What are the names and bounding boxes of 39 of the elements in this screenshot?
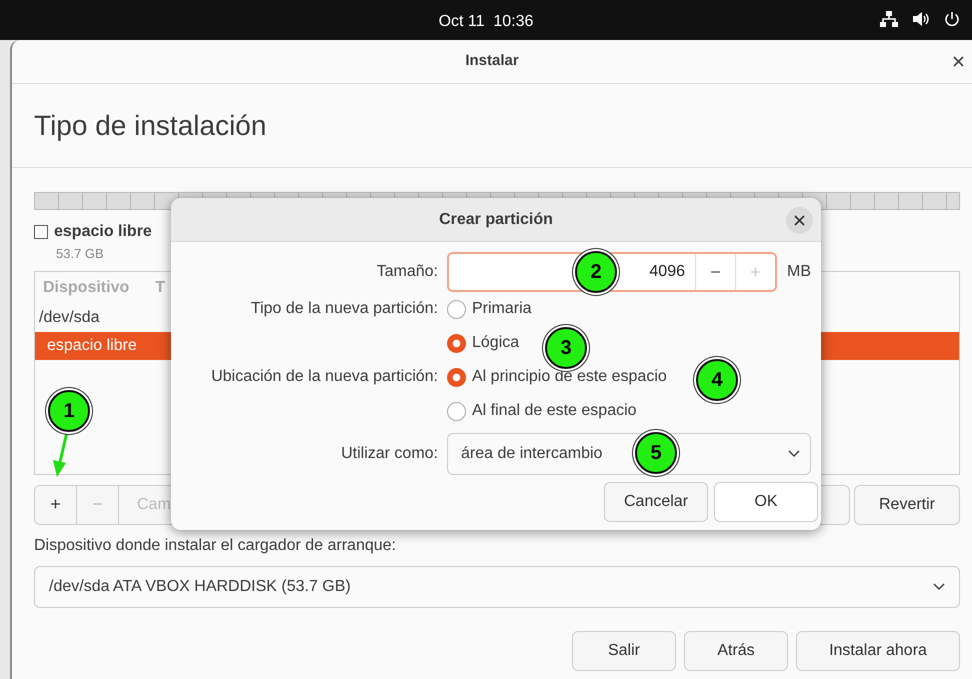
radio-label[interactable]: Al final de este espacio	[472, 399, 637, 423]
dialog-title: Crear partición	[439, 210, 553, 230]
unit-label: MB	[787, 262, 811, 282]
field-label: Tamaño:	[376, 262, 438, 282]
partition-label: espacio libre	[54, 222, 152, 242]
page-heading: Tipo de instalación	[34, 108, 266, 142]
dialog-button[interactable]: OK	[714, 482, 818, 522]
chevron-icon	[788, 450, 800, 458]
step-marker: 5	[635, 432, 677, 474]
bootloader-label: Dispositivo donde instalar el cargador de arranque:	[34, 536, 397, 556]
partition-size: 53.7 GB	[55, 245, 105, 263]
volume-icon[interactable]	[912, 11, 930, 27]
dialog-button[interactable]: Salir	[572, 630, 676, 670]
network-icon[interactable]	[880, 11, 898, 27]
field-label: Utilizar como:	[340, 444, 438, 464]
chevron-icon	[933, 582, 945, 590]
radio-label[interactable]: Lógica	[472, 331, 520, 355]
radio-button[interactable]	[447, 402, 466, 420]
close-button[interactable]	[786, 207, 813, 234]
close-icon	[794, 214, 805, 226]
radio-button[interactable]	[447, 300, 466, 318]
checkbox[interactable]	[34, 225, 48, 239]
step-marker: 3	[545, 327, 587, 369]
step-marker: 4	[696, 359, 738, 401]
add-button[interactable]: +	[35, 486, 77, 524]
step-marker: 2	[575, 251, 617, 293]
window-title: Instalar	[465, 51, 519, 72]
revert-button[interactable]: Revertir	[854, 484, 960, 524]
dialog-button[interactable]: Cancelar	[604, 482, 708, 522]
dialog-button[interactable]: Instalar ahora	[796, 630, 960, 670]
radio-button[interactable]	[447, 368, 466, 386]
step-marker: 1	[48, 390, 90, 432]
dialog-button[interactable]: Atrás	[684, 630, 788, 670]
bootloader-dropdown[interactable]: /dev/sda ATA VBOX HARDDISK (53.7 GB)	[34, 566, 960, 608]
field-label: Ubicación de la nueva partición:	[210, 367, 438, 387]
radio-button[interactable]	[447, 334, 466, 352]
radio-label[interactable]: Primaria	[472, 297, 532, 321]
power-icon[interactable]	[944, 11, 960, 27]
field-label: Tipo de la nueva partición:	[250, 299, 438, 319]
